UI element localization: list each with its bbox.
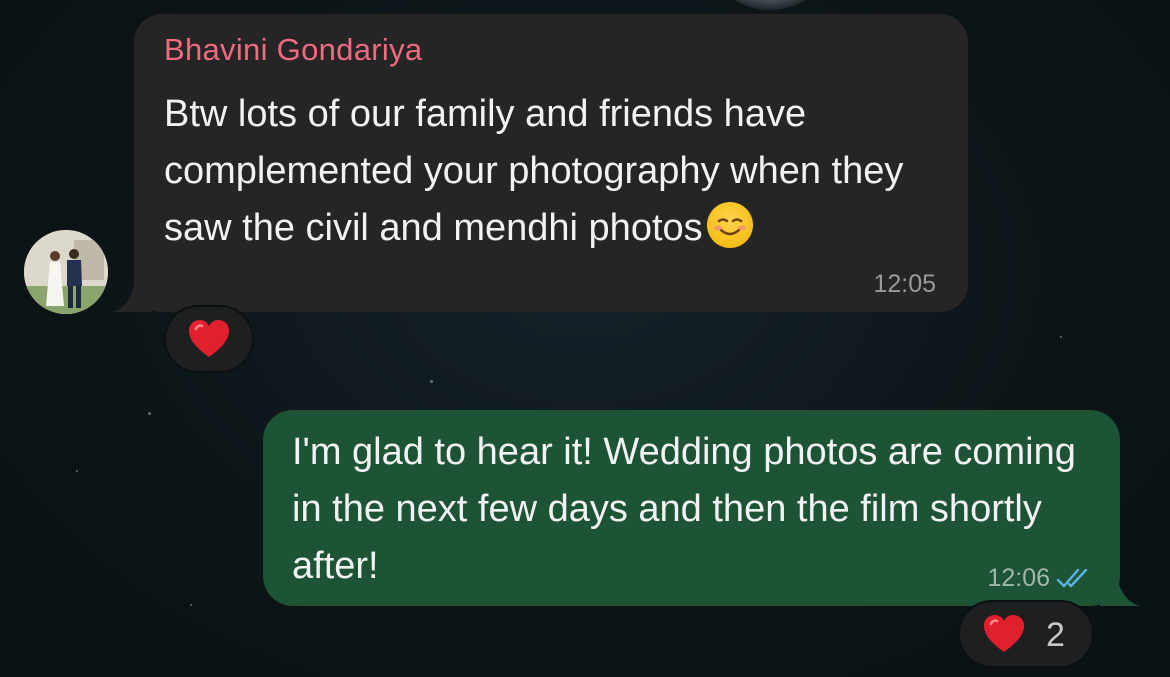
incoming-reaction-pill[interactable]: [164, 305, 254, 373]
outgoing-reaction-pill[interactable]: 2: [958, 600, 1094, 668]
moon-decoration: [700, 0, 840, 10]
outgoing-message-bubble[interactable]: I'm glad to hear it! Wedding photos are …: [263, 410, 1120, 606]
star-decoration: [148, 412, 151, 415]
smiling-face-emoji-icon: [706, 202, 753, 248]
chat-background: Bhavini Gondariya Btw lots of our family…: [0, 0, 1170, 677]
incoming-message-text: Btw lots of our family and friends have …: [164, 86, 954, 257]
star-decoration: [190, 604, 192, 606]
incoming-message-time: 12:05: [873, 270, 936, 298]
star-decoration: [76, 470, 78, 472]
reaction-count: 2: [1046, 616, 1065, 654]
red-heart-icon: [189, 320, 229, 357]
sender-avatar[interactable]: [24, 230, 108, 314]
sender-name[interactable]: Bhavini Gondariya: [164, 32, 422, 68]
outgoing-message-time: 12:06: [987, 564, 1050, 592]
double-check-read-icon: [1056, 568, 1088, 588]
star-decoration: [1060, 336, 1062, 338]
incoming-message-bubble[interactable]: Bhavini Gondariya Btw lots of our family…: [134, 14, 968, 312]
incoming-message-body: Btw lots of our family and friends have …: [164, 93, 904, 249]
star-decoration: [430, 380, 433, 383]
outgoing-message-text: I'm glad to hear it! Wedding photos are …: [292, 431, 1076, 587]
red-heart-icon: [984, 615, 1024, 652]
avatar-photo-icon: [24, 230, 108, 314]
